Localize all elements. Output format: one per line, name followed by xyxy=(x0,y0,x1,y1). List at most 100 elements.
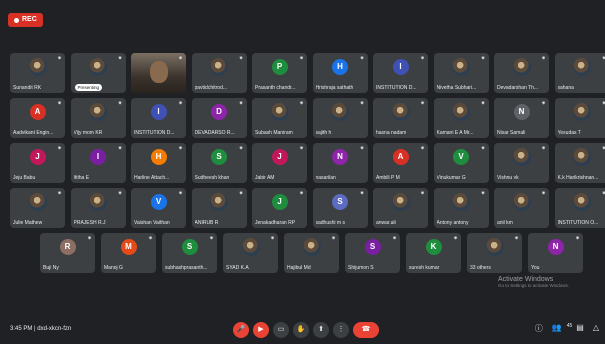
participant-tile[interactable]: S ⁕ sadhushi m s xyxy=(312,188,368,228)
participant-photo xyxy=(89,103,107,121)
mic-muted-icon: ⁕ xyxy=(601,190,605,197)
mic-muted-icon: ⁕ xyxy=(480,56,486,62)
participant-tile[interactable]: J ⁕ Jabir AM xyxy=(252,143,307,183)
chat-icon[interactable]: ▤ xyxy=(576,323,584,334)
participant-tile[interactable]: ⁕ 33 others xyxy=(467,233,522,273)
raise-hand-icon[interactable]: ✋ xyxy=(293,322,309,338)
participant-avatar: V xyxy=(453,149,469,165)
participant-tile[interactable]: I ⁕ Ittiha E xyxy=(70,143,126,183)
participant-name: Sudheesh khan xyxy=(194,175,230,181)
present-icon[interactable]: ⬆ xyxy=(313,322,329,338)
participant-name: Jenakadharan RP xyxy=(255,220,296,226)
participant-tile[interactable]: ⁕ INSTITUTION O... xyxy=(554,188,605,228)
participant-name: Manoj G xyxy=(104,265,123,271)
mic-muted-icon: ⁕ xyxy=(177,56,183,62)
participant-tile[interactable]: ⁕ PRAJESH R.J xyxy=(70,188,126,228)
participant-name: INSTITUTION D... xyxy=(134,130,175,136)
participant-tile[interactable]: ⁕ Hajibul Md xyxy=(284,233,339,273)
participant-tile[interactable]: ⁕ sahana xyxy=(554,53,605,93)
participant-tile[interactable]: ⁕ Sunandit RK xyxy=(10,53,65,93)
participant-tile[interactable]: M ⁕ Manoj G xyxy=(101,233,156,273)
participant-tile[interactable]: ⁕ Vishnu vk xyxy=(494,143,549,183)
side-controls: ⓘ 👥 45 ▤ △ xyxy=(535,323,599,334)
captions-icon[interactable]: ▭ xyxy=(273,322,289,338)
participant-avatar: S xyxy=(211,149,227,165)
participant-photo xyxy=(210,193,228,211)
participant-name: 33 others xyxy=(470,265,491,271)
participant-tile[interactable]: K ⁕ suresh kumar xyxy=(406,233,461,273)
mic-muted-icon: ⁕ xyxy=(480,191,486,197)
participant-tile[interactable]: I ⁕ INSTITUTION D... xyxy=(373,53,428,93)
mic-off-icon[interactable]: 🎤 xyxy=(233,322,249,338)
mic-muted-icon: ⁕ xyxy=(452,236,458,242)
participant-tile[interactable]: ⁕ Yesudas T xyxy=(554,98,605,138)
participant-tile[interactable]: J ⁕ Jeju Babu xyxy=(10,143,65,183)
participant-tile[interactable]: J ⁕ Jenakadharan RP xyxy=(252,188,307,228)
participant-tile[interactable]: ⁕ Presenting xyxy=(70,53,126,93)
participant-tile[interactable]: ⁕ pavtidchitrod... xyxy=(191,53,247,93)
participant-name: anwar.ali xyxy=(376,220,396,226)
participant-tile[interactable]: A ⁕ Ambili P M xyxy=(373,143,428,183)
participant-tile[interactable]: V ⁕ Vaishan Vaithan xyxy=(131,188,186,228)
activities-icon[interactable]: △ xyxy=(593,323,599,334)
participant-name: sajith h xyxy=(315,130,332,136)
participant-tile[interactable]: S ⁕ subhashprasanth... xyxy=(162,233,217,273)
end-call-icon[interactable]: ☎ xyxy=(353,322,379,338)
participant-avatar: A xyxy=(29,104,46,120)
mic-muted-icon: ⁕ xyxy=(177,191,183,197)
mic-muted-icon: ⁕ xyxy=(269,236,275,242)
participant-tile[interactable]: ⁕ anwar.ali xyxy=(373,188,428,228)
participant-tile[interactable]: S ⁕ Sudheesh khan xyxy=(191,143,247,183)
mic-muted-icon: ⁕ xyxy=(56,146,62,152)
participant-photo xyxy=(391,193,410,211)
mic-muted-icon: ⁕ xyxy=(419,191,425,197)
participant-tile[interactable]: ⁕ Subash Maniram xyxy=(252,98,307,138)
camera-off-icon[interactable]: ▶ xyxy=(253,322,269,338)
participant-tile[interactable]: S ⁕ Shijumon S xyxy=(345,233,400,273)
participant-tile[interactable]: I ⁕ INSTITUTION D... xyxy=(131,98,186,138)
participant-tile[interactable]: ⁕ ANIRUB R xyxy=(191,188,247,228)
participant-tile[interactable]: ⁕ Julie Mathew xyxy=(10,188,65,228)
mic-muted-icon: ⁕ xyxy=(419,146,425,152)
mic-muted-icon: ⁕ xyxy=(601,100,605,107)
people-icon[interactable]: 👥 45 xyxy=(552,323,573,334)
participant-tile[interactable]: ⁕ anil km xyxy=(494,188,549,228)
participant-name: PRAJESH R.J xyxy=(73,220,106,226)
mic-muted-icon: ⁕ xyxy=(56,191,62,197)
participant-tile[interactable]: D ⁕ DEVADARSO R... xyxy=(191,98,247,138)
participant-tile[interactable]: N ⁕ Nisar Samali xyxy=(494,98,549,138)
participant-tile[interactable]: ⁕ sajith h xyxy=(312,98,368,138)
participant-tile[interactable]: ⁕ Kamani E A Mr... xyxy=(433,98,489,138)
participant-photo xyxy=(485,238,504,256)
participant-tile[interactable]: R ⁕ Buji Ny xyxy=(40,233,95,273)
participant-tile[interactable]: ⁕ SYAD K.A xyxy=(223,233,278,273)
participant-avatar: V xyxy=(150,194,167,210)
participant-tile[interactable]: N ⁕ You xyxy=(528,233,583,273)
participant-tile[interactable]: ⁕ Vijy mom KR xyxy=(70,98,126,138)
mic-muted-icon: ⁕ xyxy=(480,146,486,152)
participant-avatar: S xyxy=(332,194,348,210)
mic-muted-icon: ⁕ xyxy=(601,55,605,62)
participant-tile[interactable]: H ⁕ Harline Attach... xyxy=(131,143,186,183)
participant-photo xyxy=(573,148,591,166)
participant-avatar: N xyxy=(513,104,530,120)
participant-avatar: I xyxy=(392,59,409,75)
participant-tile[interactable]: A ⁕ Aadvikant Engin... xyxy=(10,98,65,138)
participant-tile[interactable]: ⁕ K.k Harikrishnan... xyxy=(554,143,605,183)
participant-name: Yesudas T xyxy=(557,130,581,136)
participant-name: Vinukumar G xyxy=(436,175,466,181)
participant-tile[interactable]: ⁕ Nivetha Subhari... xyxy=(433,53,489,93)
participant-tile[interactable]: N ⁕ nasarilan xyxy=(312,143,368,183)
participant-tile[interactable]: ⁕ hasna nadam xyxy=(373,98,428,138)
participant-tile[interactable]: P ⁕ Prasanth chandr... xyxy=(252,53,307,93)
participant-tile[interactable]: ⁕ Devadarshan Th... xyxy=(494,53,549,93)
participant-tile[interactable]: V ⁕ Vinukumar G xyxy=(433,143,489,183)
participant-photo xyxy=(89,193,107,211)
call-controls: 🎤 ▶ ▭ ✋ ⬆ ⋮ ☎ xyxy=(233,322,379,338)
more-icon[interactable]: ⋮ xyxy=(333,322,349,338)
participant-tile[interactable]: ⁕ Antony antony xyxy=(433,188,489,228)
participant-tile[interactable]: ⁕ xyxy=(131,53,186,93)
participant-tile[interactable]: H ⁕ Hrishraja sathath xyxy=(312,53,368,93)
mic-muted-icon: ⁕ xyxy=(86,236,92,242)
info-icon[interactable]: ⓘ xyxy=(535,323,543,334)
